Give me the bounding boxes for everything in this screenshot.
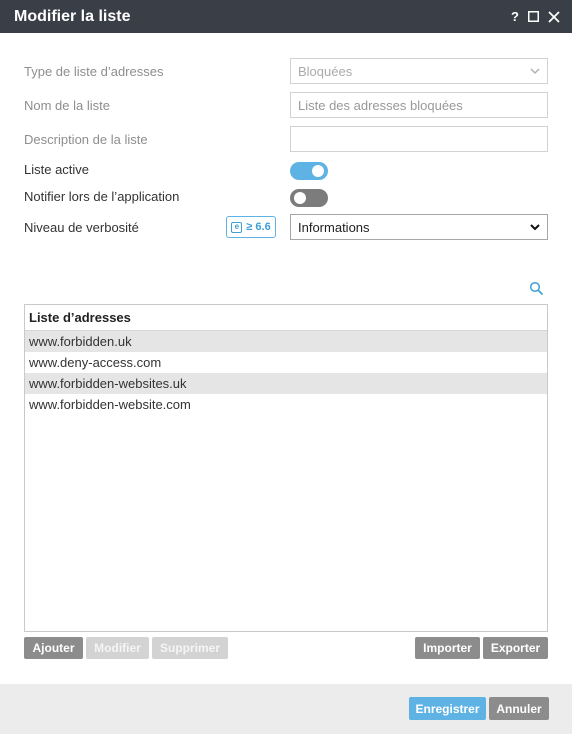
dialog-footer: Enregistrer Annuler: [0, 684, 572, 734]
title-bar: Modifier la liste ?: [0, 0, 572, 33]
toggle-knob: [312, 165, 324, 177]
list-description-label: Description de la liste: [24, 132, 148, 147]
cancel-button[interactable]: Annuler: [489, 697, 549, 720]
save-button[interactable]: Enregistrer: [409, 697, 486, 720]
import-button[interactable]: Importer: [415, 637, 480, 659]
list-item[interactable]: www.forbidden-website.com: [25, 394, 547, 415]
list-type-select[interactable]: Bloquées: [290, 58, 548, 84]
list-description-input[interactable]: [290, 126, 548, 152]
verbosity-value: Informations: [298, 219, 370, 235]
notify-label: Notifier lors de l’application: [24, 189, 180, 204]
list-type-label: Type de liste d’adresses: [24, 64, 164, 79]
list-type-value: Bloquées: [298, 63, 353, 79]
delete-button[interactable]: Supprimer: [152, 637, 228, 659]
verbosity-label: Niveau de verbosité: [24, 220, 139, 235]
address-list-header: Liste d’adresses: [25, 305, 547, 331]
verbosity-select[interactable]: Informations: [290, 214, 548, 240]
list-item[interactable]: www.forbidden-websites.uk: [25, 373, 547, 394]
chevron-down-icon: [529, 64, 541, 81]
help-icon[interactable]: ?: [511, 9, 519, 24]
export-button[interactable]: Exporter: [483, 637, 548, 659]
version-badge: e ≥ 6.6: [226, 216, 276, 238]
list-item[interactable]: www.deny-access.com: [25, 352, 547, 373]
address-list-rows: www.forbidden.uk www.deny-access.com www.f…: [25, 331, 547, 415]
maximize-icon[interactable]: [528, 11, 539, 22]
active-toggle[interactable]: [290, 162, 328, 180]
chevron-down-icon: [529, 220, 541, 237]
search-icon[interactable]: [529, 281, 544, 301]
list-name-placeholder: Liste des adresses bloquées: [298, 97, 463, 113]
active-label: Liste active: [24, 162, 90, 177]
list-name-input[interactable]: Liste des adresses bloquées: [290, 92, 548, 118]
badge-icon: e: [231, 221, 243, 233]
close-icon[interactable]: [548, 10, 560, 23]
edit-button[interactable]: Modifier: [86, 637, 149, 659]
address-list: Liste d’adresses www.forbidden.uk www.den…: [24, 304, 548, 632]
version-badge-text: ≥ 6.6: [246, 221, 271, 233]
edit-list-dialog: Modifier la liste ? Type de liste d’adre…: [0, 0, 572, 734]
notify-toggle[interactable]: [290, 189, 328, 207]
window-controls: ?: [511, 9, 560, 24]
toggle-knob: [294, 192, 306, 204]
dialog-title: Modifier la liste: [14, 7, 131, 25]
list-name-label: Nom de la liste: [24, 98, 110, 113]
add-button[interactable]: Ajouter: [24, 637, 83, 659]
list-item[interactable]: www.forbidden.uk: [25, 331, 547, 352]
